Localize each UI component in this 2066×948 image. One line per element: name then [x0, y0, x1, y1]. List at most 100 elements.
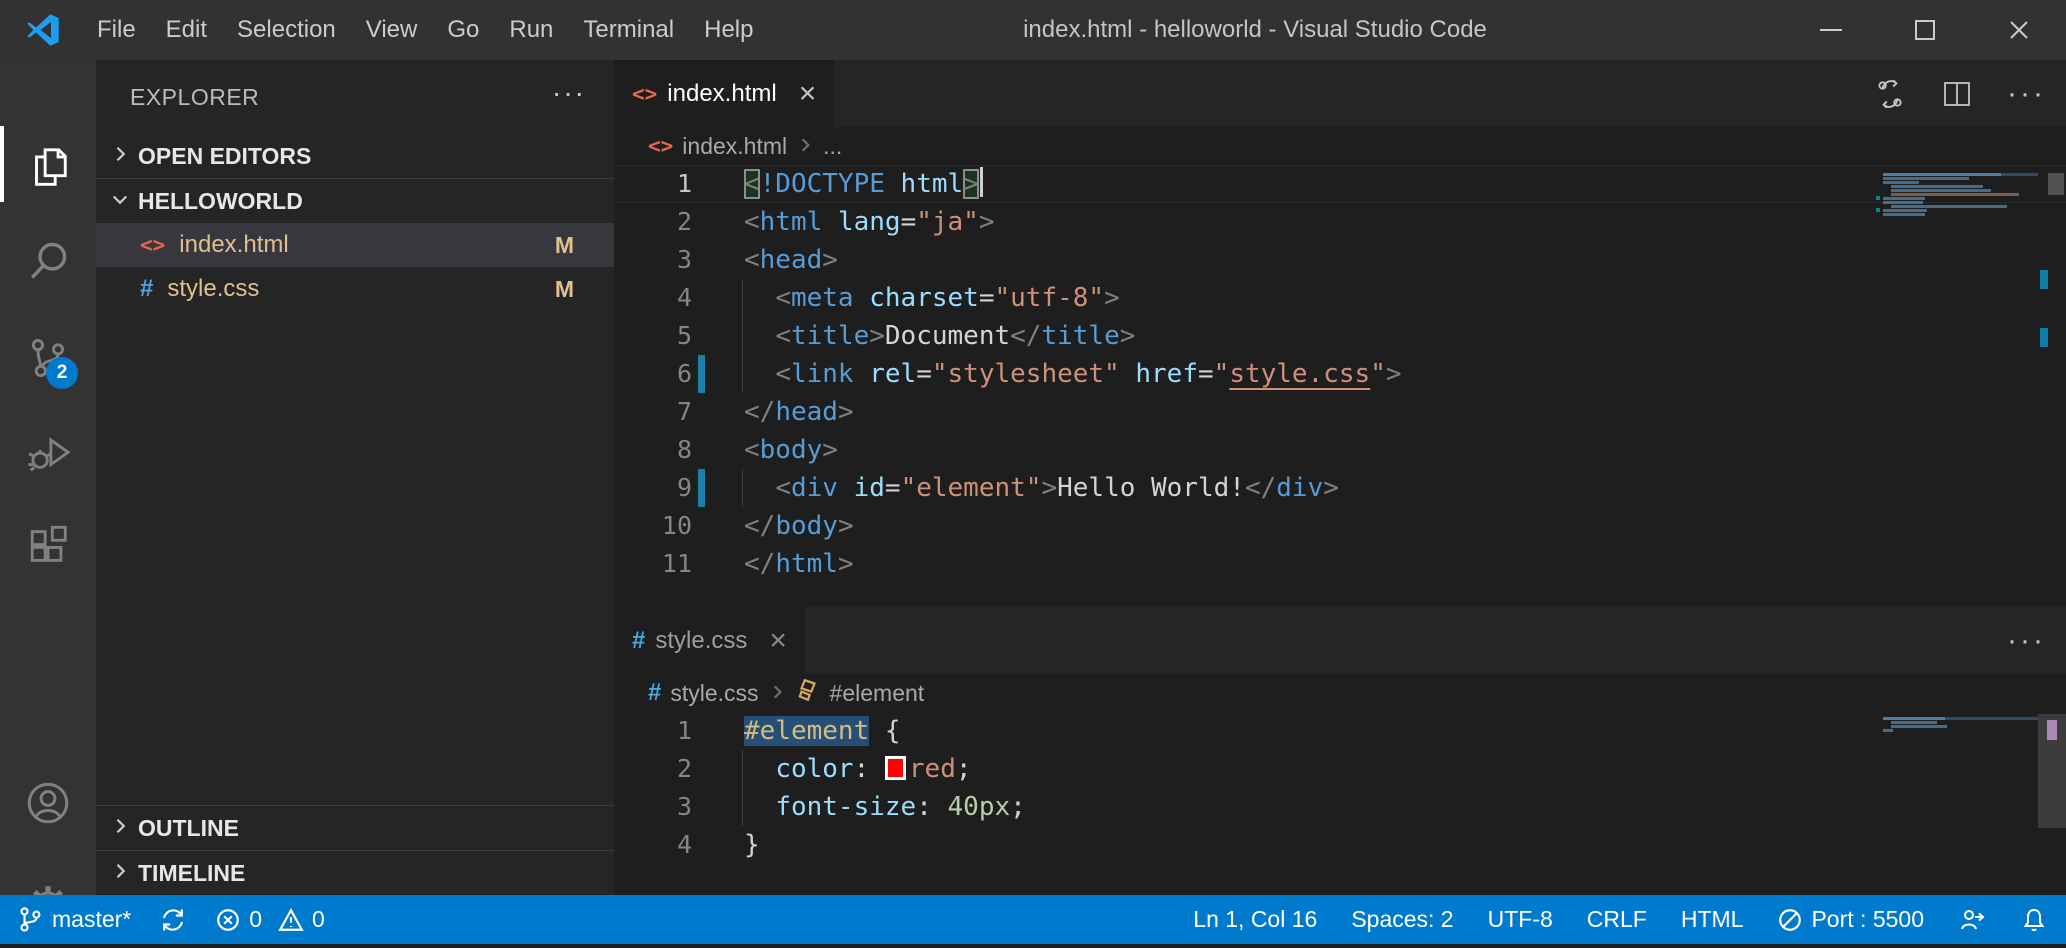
- token: red: [909, 754, 956, 784]
- menu-file[interactable]: File: [82, 0, 151, 60]
- line-content: <meta charset="utf-8">: [744, 279, 1120, 317]
- line-col-label: Ln 1, Col 16: [1193, 906, 1317, 933]
- breadcrumb-item-tail[interactable]: ...: [823, 133, 842, 160]
- section-open-editors[interactable]: OPEN EDITORS: [96, 134, 614, 178]
- line-content: }: [744, 826, 760, 864]
- code-line-6[interactable]: 6 <link rel="stylesheet" href="style.css…: [614, 355, 2066, 393]
- color-swatch[interactable]: [885, 756, 906, 780]
- code-line-11[interactable]: 11</html>: [614, 545, 2066, 583]
- window-title: index.html - helloworld - Visual Studio …: [1023, 16, 1487, 44]
- indentation-status[interactable]: Spaces: 2: [1351, 906, 1453, 933]
- section-timeline[interactable]: TIMELINE: [96, 851, 614, 895]
- section-folder-helloworld[interactable]: HELLOWORLD: [96, 179, 614, 223]
- token: >: [822, 245, 838, 275]
- code-line-1[interactable]: 1#element {: [614, 712, 2066, 750]
- menu-terminal[interactable]: Terminal: [568, 0, 689, 60]
- more-actions-icon[interactable]: ···: [2007, 89, 2046, 99]
- source-control-icon[interactable]: [0, 315, 96, 401]
- code-line-2[interactable]: 2 color: red;: [614, 750, 2066, 788]
- code-editor-style-css[interactable]: 1#element {2 color: red;3 font-size: 40p…: [614, 712, 2066, 895]
- minimap[interactable]: [1883, 717, 2038, 733]
- eol-status[interactable]: CRLF: [1587, 906, 1647, 933]
- code-editor-index-html[interactable]: 1<!DOCTYPE html>2<html lang="ja">3<head>…: [614, 165, 2066, 607]
- minimize-button[interactable]: [1784, 0, 1878, 60]
- token: head: [760, 245, 823, 275]
- menu-run[interactable]: Run: [494, 0, 568, 60]
- sidebar-more-actions-icon[interactable]: ···: [552, 88, 586, 98]
- eol-label: CRLF: [1587, 906, 1647, 933]
- menu-edit[interactable]: Edit: [151, 0, 222, 60]
- search-icon[interactable]: [0, 218, 96, 304]
- section-outline[interactable]: OUTLINE: [96, 806, 614, 850]
- modified-line-indicator: [698, 355, 705, 393]
- tab-close-icon[interactable]: ×: [799, 79, 817, 109]
- open-changes-icon[interactable]: [1873, 77, 1907, 111]
- language-mode-status[interactable]: HTML: [1681, 906, 1744, 933]
- token: >: [1120, 321, 1136, 351]
- code-line-2[interactable]: 2<html lang="ja">: [614, 203, 2066, 241]
- line-number: 11: [614, 545, 692, 583]
- feedback-button[interactable]: [1958, 906, 1986, 934]
- token: html: [775, 549, 838, 579]
- tab-close-icon[interactable]: ×: [769, 626, 787, 656]
- maximize-button[interactable]: [1878, 0, 1972, 60]
- line-number: 10: [614, 507, 692, 545]
- tab-label: index.html: [667, 80, 776, 108]
- encoding-status[interactable]: UTF-8: [1488, 906, 1553, 933]
- code-line-3[interactable]: 3 font-size: 40px;: [614, 788, 2066, 826]
- selection-mark: [2047, 720, 2057, 740]
- code-line-8[interactable]: 8<body>: [614, 431, 2066, 469]
- line-content: color: red;: [744, 750, 972, 788]
- problems-status[interactable]: 0 0: [215, 906, 325, 933]
- breadcrumb-item-symbol[interactable]: #element: [830, 680, 925, 707]
- breadcrumb-item-file[interactable]: index.html: [682, 133, 787, 160]
- live-server-port-status[interactable]: Port : 5500: [1777, 906, 1924, 933]
- token: >: [822, 435, 838, 465]
- code-line-7[interactable]: 7</head>: [614, 393, 2066, 431]
- code-line-10[interactable]: 10</body>: [614, 507, 2066, 545]
- close-button[interactable]: [1972, 0, 2066, 60]
- minimap-line: [1883, 209, 2038, 212]
- token: [885, 169, 901, 199]
- token: </: [744, 549, 775, 579]
- minimap[interactable]: [1883, 173, 2038, 217]
- html-file-icon: <>: [632, 82, 657, 106]
- menu-go[interactable]: Go: [432, 0, 494, 60]
- cursor-position-status[interactable]: Ln 1, Col 16: [1193, 906, 1317, 933]
- split-editor-icon[interactable]: [1941, 78, 1973, 110]
- code-line-4[interactable]: 4}: [614, 826, 2066, 864]
- breadcrumb-item-file[interactable]: style.css: [670, 680, 758, 707]
- token: "ja": [916, 207, 979, 237]
- notifications-bell-button[interactable]: [2020, 906, 2048, 934]
- extensions-icon[interactable]: [0, 503, 96, 589]
- file-index.html[interactable]: <>index.htmlM: [96, 223, 614, 267]
- tab-index-html[interactable]: <> index.html ×: [614, 60, 834, 127]
- overview-ruler: [2038, 165, 2066, 607]
- code-line-5[interactable]: 5 <title>Document</title>: [614, 317, 2066, 355]
- sync-button[interactable]: [159, 906, 187, 934]
- code-line-3[interactable]: 3<head>: [614, 241, 2066, 279]
- code-line-1[interactable]: 1<!DOCTYPE html>: [614, 165, 2066, 203]
- tab-bar: # style.css × ···: [614, 607, 2066, 674]
- menu-selection[interactable]: Selection: [222, 0, 351, 60]
- code-line-4[interactable]: 4 <meta charset="utf-8">: [614, 279, 2066, 317]
- minimap-line: [1883, 717, 2038, 720]
- file-style.css[interactable]: #style.cssM: [96, 267, 614, 311]
- token: meta: [791, 283, 854, 313]
- code-line-9[interactable]: 9 <div id="element">Hello World!</div>: [614, 469, 2066, 507]
- menu-bar: FileEditSelectionViewGoRunTerminalHelp: [82, 0, 768, 60]
- source-control-badge: 2: [46, 357, 78, 389]
- account-icon[interactable]: [0, 760, 96, 846]
- warning-icon: [278, 907, 304, 933]
- explorer-icon[interactable]: [0, 124, 96, 210]
- more-actions-icon[interactable]: ···: [2007, 636, 2046, 646]
- token: >: [979, 207, 995, 237]
- scrollbar[interactable]: [2038, 714, 2066, 828]
- menu-help[interactable]: Help: [689, 0, 768, 60]
- scrollbar-thumb[interactable]: [2048, 173, 2064, 195]
- git-branch-status[interactable]: master*: [18, 906, 131, 934]
- run-debug-icon[interactable]: [0, 410, 96, 496]
- tab-style-css[interactable]: # style.css ×: [614, 607, 805, 674]
- minimap-line: [1883, 213, 2038, 216]
- menu-view[interactable]: View: [351, 0, 433, 60]
